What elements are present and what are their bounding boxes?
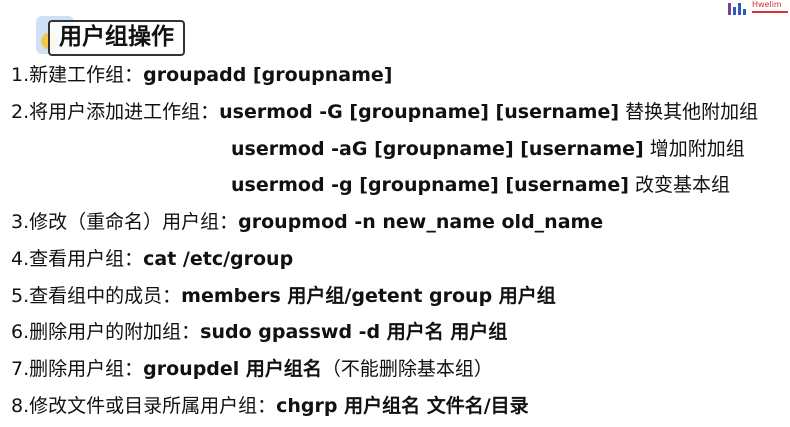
line-note: 增加附加组 (643, 138, 745, 160)
line-label: 7.删除用户组： (11, 358, 144, 380)
line-command: usermod -aG [groupname] [username] (231, 138, 644, 160)
line-remove-supplementary-group: 6.删除用户的附加组：sudo gpasswd -d 用户名 用户组 (11, 320, 507, 344)
logo-underline (752, 11, 788, 13)
line-view-members: 5.查看组中的成员：members 用户组/getent group 用户组 (11, 284, 556, 308)
line-command: groupmod -n new_name old_name (238, 211, 604, 233)
slide: 用户组操作 Hwelim 1.新建工作组：groupadd [groupname… (0, 0, 790, 427)
line-note: （不能删除基本组） (321, 358, 493, 380)
line-label: 3.修改（重命名）用户组： (11, 211, 239, 233)
line-note: 替换其他附加组 (619, 101, 759, 123)
line-rename-group: 3.修改（重命名）用户组：groupmod -n new_name old_na… (11, 210, 603, 234)
line-command: cat /etc/group (143, 248, 294, 270)
line-note: 改变基本组 (628, 174, 730, 196)
line-command: usermod -g [groupname] [username] (231, 174, 629, 196)
line-label: 6.删除用户的附加组： (11, 321, 201, 343)
logo-bar-4 (743, 9, 746, 15)
logo-bar-1 (728, 3, 731, 15)
line-command: usermod -G [groupname] [username] (219, 101, 620, 123)
line-delete-group: 7.删除用户组：groupdel 用户组名（不能删除基本组） (11, 357, 493, 381)
line-label: 1.新建工作组： (11, 64, 144, 86)
line-change-primary-group: usermod -g [groupname] [username] 改变基本组 (231, 173, 730, 197)
logo-bar-2 (733, 7, 736, 15)
logo-bar-3 (738, 3, 741, 15)
line-view-groups: 4.查看用户组：cat /etc/group (11, 247, 293, 271)
line-change-file-group: 8.修改文件或目录所属用户组：chgrp 用户组名 文件名/目录 (11, 394, 529, 418)
slide-title: 用户组操作 (48, 20, 185, 56)
line-command: members 用户组/getent group 用户组 (181, 285, 556, 307)
line-label: 4.查看用户组： (11, 248, 144, 270)
line-command: sudo gpasswd -d 用户名 用户组 (200, 321, 508, 343)
line-add-user-to-group: 2.将用户添加进工作组：usermod -G [groupname] [user… (11, 100, 758, 124)
line-add-supplementary-group: usermod -aG [groupname] [username] 增加附加组 (231, 137, 745, 161)
logo-text: Hwelim (752, 0, 782, 9)
line-label: 2.将用户添加进工作组： (11, 101, 220, 123)
line-command: groupadd [groupname] (143, 64, 393, 86)
brand-logo: Hwelim (728, 0, 790, 18)
line-new-group: 1.新建工作组：groupadd [groupname] (11, 63, 392, 87)
line-label: 8.修改文件或目录所属用户组： (11, 395, 277, 417)
line-label: 5.查看组中的成员： (11, 285, 182, 307)
line-command: groupdel 用户组名 (143, 358, 322, 380)
title-badge: 用户组操作 (36, 16, 196, 58)
line-command: chgrp 用户组名 文件名/目录 (276, 395, 529, 417)
